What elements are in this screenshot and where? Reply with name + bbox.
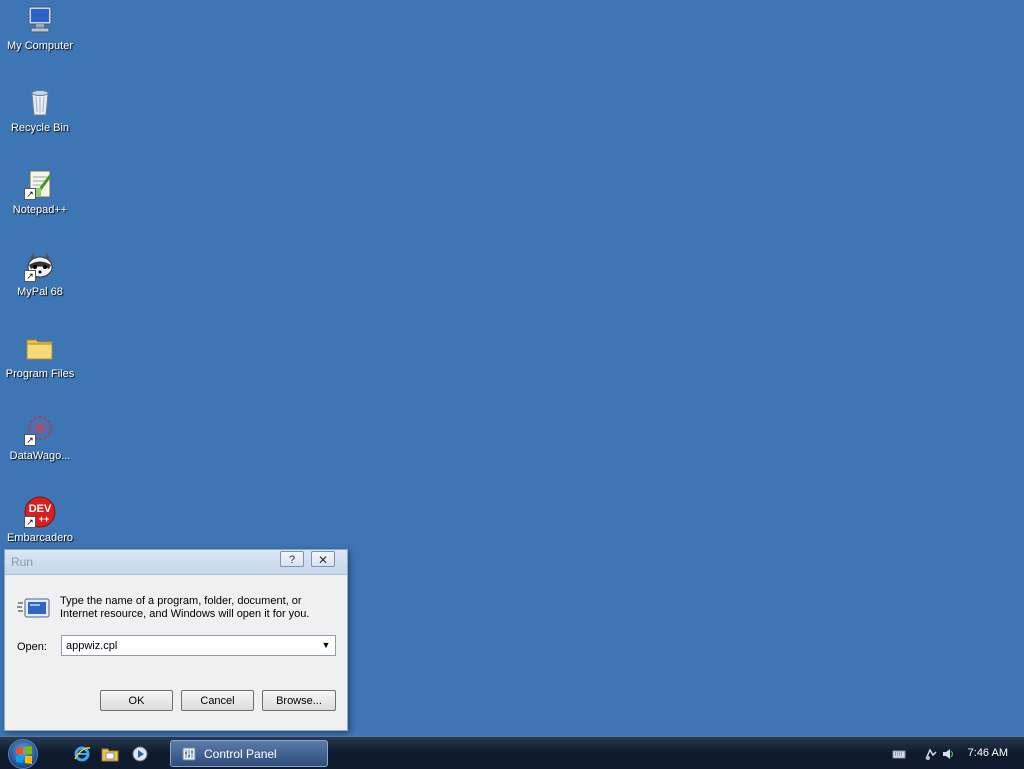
run-dialog-body: Type the name of a program, folder, docu… <box>5 575 347 732</box>
desktop-icon-label: Notepad++ <box>12 204 68 216</box>
desktop-icon-label: MyPal 68 <box>17 286 63 298</box>
ok-button[interactable]: OK <box>100 690 173 711</box>
volume-icon[interactable] <box>941 747 955 761</box>
run-dialog-description: Type the name of a program, folder, docu… <box>60 595 310 620</box>
datawagon-icon: ↗ <box>24 414 56 446</box>
computer-icon <box>24 4 56 36</box>
desktop-icon-label: Embarcadero Dev-C++ <box>6 532 74 544</box>
control-panel-icon <box>181 746 197 762</box>
run-dialog-titlebar[interactable]: Run ? ✕ <box>5 550 347 575</box>
desktop-icon-recycle-bin[interactable]: Recycle Bin <box>0 84 80 164</box>
taskbar: Control Panel 7:46 AM <box>0 736 1024 769</box>
desktop-icon-label: Recycle Bin <box>10 122 70 134</box>
shortcut-arrow-icon: ↗ <box>24 434 36 446</box>
network-icon[interactable] <box>924 747 938 761</box>
taskbar-button-control-panel[interactable]: Control Panel <box>170 740 328 767</box>
folder-icon <box>24 332 56 364</box>
run-dialog[interactable]: Run ? ✕ Type the name of a program, fold… <box>4 549 348 731</box>
help-button[interactable]: ? <box>280 551 304 567</box>
desktop-icon-label: DataWago... <box>9 450 71 462</box>
desktop-icon-mypal[interactable]: ↗ MyPal 68 <box>0 248 80 328</box>
open-input[interactable] <box>64 637 316 654</box>
shortcut-arrow-icon: ↗ <box>24 270 36 282</box>
shortcut-arrow-icon: ↗ <box>24 516 36 528</box>
start-button[interactable] <box>8 739 38 769</box>
chevron-down-icon[interactable]: ▼ <box>318 637 334 654</box>
taskbar-button-label: Control Panel <box>204 747 277 761</box>
browse-button[interactable]: Browse... <box>262 690 336 711</box>
desktop-icon-label: My Computer <box>6 40 74 52</box>
run-icon <box>17 597 51 621</box>
close-button[interactable]: ✕ <box>311 551 335 567</box>
internet-explorer-icon[interactable] <box>73 745 91 763</box>
keyboard-icon[interactable] <box>892 747 906 761</box>
desktop-icon-datawagon[interactable]: ↗ DataWago... <box>0 412 80 492</box>
desktop-icon-program-files[interactable]: Program Files <box>0 330 80 410</box>
cancel-button[interactable]: Cancel <box>181 690 254 711</box>
recycle-bin-icon <box>24 86 56 118</box>
notepad-plus-plus-icon: ↗ <box>24 168 56 200</box>
close-icon: ✕ <box>317 553 329 567</box>
media-player-icon[interactable] <box>131 745 149 763</box>
windows-explorer-icon[interactable] <box>101 745 119 763</box>
mypal-icon: ↗ <box>24 250 56 282</box>
system-tray: 7:46 AM <box>874 737 1024 769</box>
run-dialog-title: Run <box>11 555 34 569</box>
svg-text:++: ++ <box>39 514 50 524</box>
desktop-icon-label: Program Files <box>5 368 75 380</box>
clock[interactable]: 7:46 AM <box>968 747 1008 759</box>
shortcut-arrow-icon: ↗ <box>24 188 36 200</box>
open-label: Open: <box>17 641 47 653</box>
desktop-icon-notepad-plus-plus[interactable]: ↗ Notepad++ <box>0 166 80 246</box>
devcpp-icon: DEV ++ ↗ <box>24 496 56 528</box>
desktop-icon-my-computer[interactable]: My Computer <box>0 2 80 82</box>
windows-logo-icon <box>16 746 32 764</box>
open-combobox[interactable]: ▼ <box>61 635 336 656</box>
